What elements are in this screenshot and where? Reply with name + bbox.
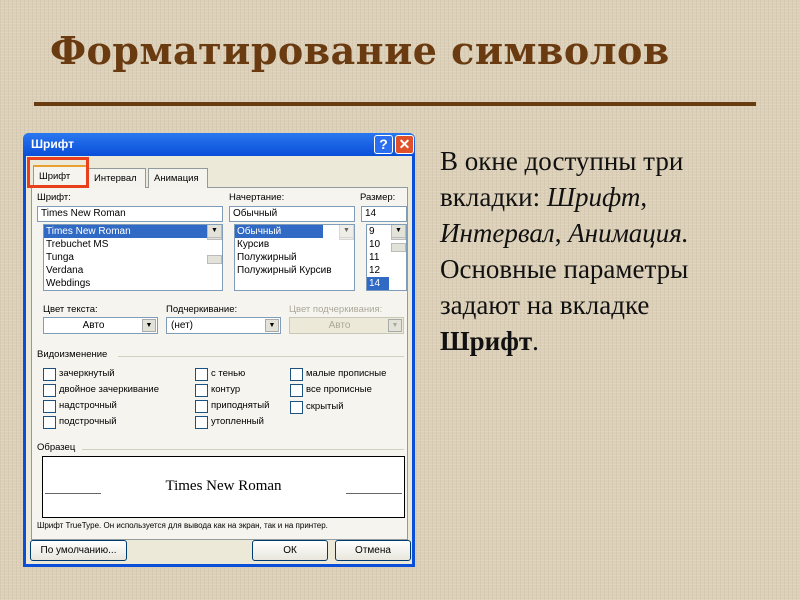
text: вкладки:: [440, 182, 547, 212]
text-italic: Интервал: [440, 218, 555, 248]
dialog-title: Шрифт: [31, 137, 74, 151]
font-input[interactable]: Times New Roman: [37, 206, 223, 222]
title-divider: [34, 102, 756, 106]
text-line: Интервал, Анимация.: [440, 215, 790, 251]
size-label: Размер:: [360, 192, 396, 203]
checkbox-superscript[interactable]: надстрочный: [43, 399, 117, 413]
text: .: [532, 326, 539, 356]
tab-spacing[interactable]: Интервал: [88, 168, 146, 188]
style-label: Начертание:: [229, 192, 285, 203]
dialog-client: Шрифт Интервал Анимация Шрифт: Times New…: [26, 156, 412, 564]
sample-preview: Times New Roman: [42, 456, 405, 518]
font-dialog: Шрифт ? ✕ Шрифт Интервал Анимация Шрифт:…: [23, 133, 415, 567]
checkbox-subscript[interactable]: подстрочный: [43, 415, 117, 429]
list-item[interactable]: 14: [367, 277, 389, 290]
select-value: Авто: [82, 320, 105, 331]
effects-label: Видоизменение: [37, 349, 108, 360]
list-item[interactable]: Обычный: [235, 225, 323, 238]
chevron-down-icon[interactable]: ▼: [142, 319, 156, 332]
font-label: Шрифт:: [37, 192, 71, 203]
list-item[interactable]: Trebuchet MS: [44, 238, 222, 251]
chevron-down-icon: ▼: [388, 319, 402, 332]
scroll-thumb[interactable]: [207, 255, 222, 264]
underline-select[interactable]: (нет) ▼: [166, 317, 281, 334]
scrollbar[interactable]: ▲▼: [391, 225, 406, 252]
underline-label: Подчеркивание:: [166, 304, 238, 315]
list-item[interactable]: Курсив: [235, 238, 354, 251]
scrollbar[interactable]: ▲▼: [207, 225, 222, 264]
list-item[interactable]: Полужирный Курсив: [235, 264, 354, 277]
slide-title: Форматирование символов: [50, 28, 670, 73]
checkbox-strikethrough[interactable]: зачеркнутый: [43, 367, 115, 381]
list-item[interactable]: Webdings: [44, 277, 222, 290]
style-list[interactable]: Обычный Курсив Полужирный Полужирный Кур…: [234, 224, 355, 291]
list-item[interactable]: Tunga: [44, 251, 222, 264]
title-bar[interactable]: Шрифт ? ✕: [23, 133, 415, 156]
select-value: (нет): [171, 320, 193, 331]
list-item[interactable]: 11: [367, 251, 406, 264]
text-color-label: Цвет текста:: [43, 304, 98, 315]
size-list[interactable]: 9 10 11 12 14 ▲▼: [366, 224, 407, 291]
text-line: задают на вкладке: [440, 290, 650, 320]
list-item[interactable]: Verdana: [44, 264, 222, 277]
cancel-button[interactable]: Отмена: [335, 540, 411, 561]
underline-color-select: Авто ▼: [289, 317, 404, 334]
checkbox-outline[interactable]: контур: [195, 383, 240, 397]
divider: [118, 356, 404, 357]
close-button[interactable]: ✕: [395, 135, 414, 154]
checkbox-hidden[interactable]: скрытый: [290, 400, 344, 414]
font-list[interactable]: Times New Roman Trebuchet MS Tunga Verda…: [43, 224, 223, 291]
sample-text: Times New Roman: [165, 478, 282, 494]
ok-button[interactable]: ОК: [252, 540, 328, 561]
scroll-down-icon[interactable]: ▼: [207, 225, 222, 238]
select-value: Авто: [328, 320, 351, 331]
text-line: Основные параметры: [440, 254, 689, 284]
tab-animation[interactable]: Анимация: [148, 168, 208, 188]
chevron-down-icon[interactable]: ▼: [265, 319, 279, 332]
list-item[interactable]: 12: [367, 264, 406, 277]
checkbox-shadow[interactable]: с тенью: [195, 367, 245, 381]
slide-body-text: В окне доступны три вкладки: Шрифт, Инте…: [440, 143, 790, 359]
checkbox-double-strikethrough[interactable]: двойное зачеркивание: [43, 383, 159, 397]
help-button[interactable]: ?: [374, 135, 393, 154]
text: .: [681, 218, 689, 248]
scroll-down-icon[interactable]: ▼: [391, 225, 406, 238]
list-item[interactable]: Полужирный: [235, 251, 354, 264]
text: ,: [554, 218, 569, 248]
checkbox-small-caps[interactable]: малые прописные: [290, 367, 386, 381]
checkbox-engrave[interactable]: утопленный: [195, 415, 264, 429]
size-input[interactable]: 14: [361, 206, 407, 222]
text-italic: Анимация: [568, 218, 682, 248]
text-italic: Шрифт: [546, 182, 641, 212]
text-line: Шрифт.: [440, 323, 790, 359]
list-item[interactable]: Times New Roman: [44, 225, 222, 238]
checkbox-all-caps[interactable]: все прописные: [290, 383, 372, 397]
scrollbar[interactable]: ▲▼: [339, 225, 354, 240]
text-bold: Шрифт: [440, 326, 533, 356]
scroll-down-icon[interactable]: ▼: [339, 225, 354, 238]
text-color-select[interactable]: Авто ▼: [43, 317, 158, 334]
scroll-thumb[interactable]: [391, 243, 406, 252]
font-note: Шрифт TrueType. Он используется для выво…: [37, 521, 328, 530]
style-input[interactable]: Обычный: [229, 206, 355, 222]
text-line: вкладки: Шрифт,: [440, 179, 790, 215]
tab-highlight: [27, 157, 89, 188]
text-line: В окне доступны три: [440, 146, 684, 176]
checkbox-emboss[interactable]: приподнятый: [195, 399, 269, 413]
text: ,: [640, 182, 648, 212]
underline-color-label: Цвет подчеркивания:: [289, 304, 383, 315]
sample-label: Образец: [37, 442, 76, 453]
default-button[interactable]: По умолчанию...: [30, 540, 127, 561]
divider: [82, 449, 404, 450]
